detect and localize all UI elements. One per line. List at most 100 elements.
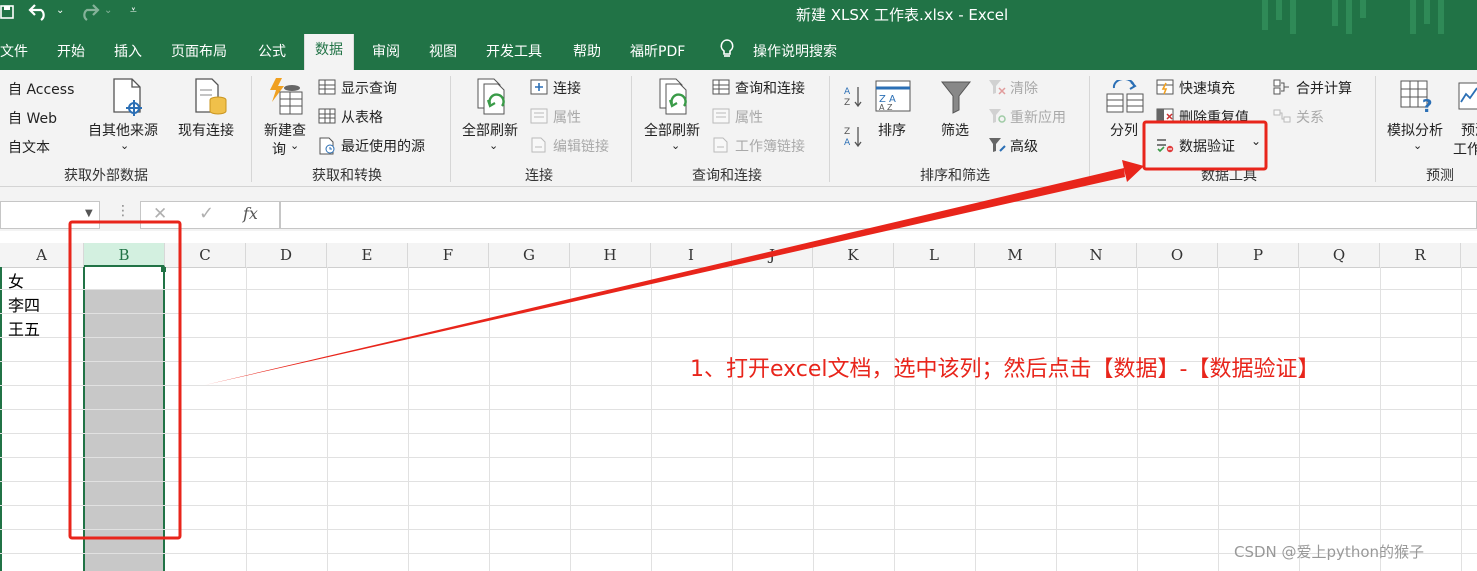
tab-review[interactable]: 审阅 xyxy=(372,41,400,61)
column-header[interactable]: A xyxy=(0,243,84,267)
existing-connections-icon[interactable] xyxy=(194,78,228,122)
relationships-button[interactable]: 关系 xyxy=(1296,107,1324,127)
enter-icon[interactable]: ✓ xyxy=(199,203,214,224)
undo-icon[interactable] xyxy=(28,1,50,26)
lightbulb-icon[interactable] xyxy=(720,39,734,64)
text-to-columns-icon[interactable] xyxy=(1106,78,1144,118)
what-if-analysis-icon[interactable]: ? xyxy=(1400,80,1436,118)
undo-dropdown-icon[interactable]: ⌄ xyxy=(56,5,64,16)
column-header[interactable]: P xyxy=(1218,243,1299,267)
queries-connections-button[interactable]: 查询和连接 xyxy=(735,78,805,98)
name-box[interactable]: ▼ xyxy=(0,201,100,229)
from-table-button[interactable]: 从表格 xyxy=(341,107,383,127)
properties-button[interactable]: 属性 xyxy=(553,107,581,127)
chevron-down-icon[interactable]: ⌄ xyxy=(120,139,129,152)
edit-links-button[interactable]: 编辑链接 xyxy=(553,136,609,156)
insert-function-icon[interactable]: fx xyxy=(243,204,258,223)
refresh-all-icon[interactable] xyxy=(476,78,512,122)
name-box-dropdown-icon[interactable]: ▼ xyxy=(85,208,93,219)
properties-button-2[interactable]: 属性 xyxy=(735,107,763,127)
refresh-all-button[interactable]: 全部刷新 xyxy=(462,120,518,140)
forecast-sheet-button[interactable]: 预测 xyxy=(1461,120,1477,140)
remove-duplicates-button[interactable]: 删除重复值 xyxy=(1179,107,1249,127)
forecast-sheet-button-line2[interactable]: 工作 xyxy=(1453,139,1477,159)
chevron-down-icon[interactable]: ⌄ xyxy=(489,139,498,152)
column-header[interactable]: J xyxy=(732,243,813,267)
redo-icon[interactable] xyxy=(78,1,100,26)
column-header[interactable]: D xyxy=(246,243,327,267)
column-header[interactable]: H xyxy=(570,243,651,267)
what-if-analysis-button[interactable]: 模拟分析 xyxy=(1387,120,1443,140)
data-validation-dropdown-icon[interactable]: ⌄ xyxy=(1251,134,1261,148)
filter-button[interactable]: 筛选 xyxy=(941,120,969,140)
column-header[interactable]: I xyxy=(651,243,732,267)
column-header[interactable]: L xyxy=(894,243,975,267)
chevron-down-icon[interactable]: ⌄ xyxy=(290,139,299,152)
from-text-button[interactable]: 自文本 xyxy=(8,137,50,157)
formula-input[interactable] xyxy=(280,201,1477,229)
from-access-button[interactable]: 自 Access xyxy=(8,79,74,99)
forecast-sheet-icon[interactable] xyxy=(1458,82,1477,116)
fill-handle[interactable] xyxy=(161,267,166,272)
tab-view[interactable]: 视图 xyxy=(429,41,457,61)
column-header[interactable]: M xyxy=(975,243,1056,267)
column-header[interactable]: Q xyxy=(1299,243,1380,267)
column-header[interactable]: E xyxy=(327,243,408,267)
new-query-button-line2[interactable]: 询 xyxy=(272,139,286,159)
clear-button[interactable]: 清除 xyxy=(1010,78,1038,98)
tab-file[interactable]: 文件 xyxy=(0,41,28,61)
column-header[interactable]: G xyxy=(489,243,570,267)
customize-toolbar-icon[interactable]: ⩡ xyxy=(130,3,137,18)
cell-a3[interactable]: 王五 xyxy=(8,316,40,340)
column-header[interactable]: K xyxy=(813,243,894,267)
tab-insert[interactable]: 插入 xyxy=(114,41,142,61)
sort-button[interactable]: 排序 xyxy=(878,120,906,140)
new-query-button[interactable]: 新建查 xyxy=(264,120,306,140)
worksheet-grid[interactable]: 女 李四 王五 xyxy=(0,267,1477,571)
data-validation-button[interactable]: 数据验证 xyxy=(1179,136,1235,156)
show-queries-button[interactable]: 显示查询 xyxy=(341,78,397,98)
workbook-links-button[interactable]: 工作簿链接 xyxy=(735,136,805,156)
column-header-selected[interactable]: B xyxy=(84,243,165,267)
consolidate-button[interactable]: 合并计算 xyxy=(1296,78,1352,98)
connections-button[interactable]: 连接 xyxy=(553,78,581,98)
cell-a1[interactable]: 女 xyxy=(8,268,24,292)
sort-descending-icon[interactable]: ZA xyxy=(844,124,864,152)
cancel-icon[interactable]: ✕ xyxy=(153,204,167,224)
from-other-sources-icon[interactable] xyxy=(112,78,146,122)
flash-fill-button[interactable]: 快速填充 xyxy=(1179,78,1235,98)
chevron-down-icon[interactable]: ⌄ xyxy=(1413,139,1422,152)
from-web-button[interactable]: 自 Web xyxy=(8,108,57,128)
reapply-button[interactable]: 重新应用 xyxy=(1010,107,1066,127)
tell-me-search[interactable]: 操作说明搜索 xyxy=(753,41,837,61)
existing-connections-button[interactable]: 现有连接 xyxy=(178,120,234,140)
tab-formulas[interactable]: 公式 xyxy=(258,41,286,61)
column-header[interactable]: N xyxy=(1056,243,1137,267)
from-other-sources-button[interactable]: 自其他来源 xyxy=(88,120,158,140)
text-to-columns-button[interactable]: 分列 xyxy=(1110,120,1138,140)
refresh-all-icon[interactable] xyxy=(658,78,694,122)
chevron-down-icon[interactable]: ⌄ xyxy=(671,139,680,152)
refresh-all-button-2[interactable]: 全部刷新 xyxy=(644,120,700,140)
sort-icon[interactable]: Z AA Z xyxy=(875,80,911,116)
tab-help[interactable]: 帮助 xyxy=(573,41,601,61)
active-cell[interactable] xyxy=(85,267,164,289)
cell-a2[interactable]: 李四 xyxy=(8,292,40,316)
column-header[interactable]: O xyxy=(1137,243,1218,267)
tab-foxit-pdf[interactable]: 福昕PDF xyxy=(630,41,685,61)
tab-developer[interactable]: 开发工具 xyxy=(486,41,542,61)
redo-dropdown-icon[interactable]: ⌄ xyxy=(104,5,112,16)
new-query-icon[interactable] xyxy=(266,76,306,122)
column-header[interactable]: R xyxy=(1380,243,1461,267)
tab-data[interactable]: 数据 xyxy=(304,34,354,70)
sort-ascending-icon[interactable]: AZ xyxy=(844,84,864,112)
recent-sources-button[interactable]: 最近使用的源 xyxy=(341,136,425,156)
filter-icon[interactable] xyxy=(940,80,972,118)
column-header[interactable]: F xyxy=(408,243,489,267)
tab-home[interactable]: 开始 xyxy=(57,41,85,61)
advanced-button[interactable]: 高级 xyxy=(1010,136,1038,156)
column-header[interactable]: C xyxy=(165,243,246,267)
save-icon[interactable] xyxy=(0,4,14,25)
formula-bar-grip-icon[interactable]: ⋮ xyxy=(116,203,130,219)
tab-page-layout[interactable]: 页面布局 xyxy=(171,41,227,61)
